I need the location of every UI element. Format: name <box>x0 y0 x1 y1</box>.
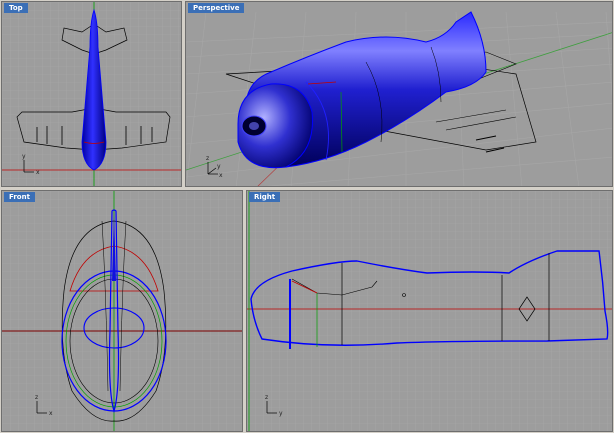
viewport-label-perspective[interactable]: Perspective <box>188 3 245 13</box>
front-view-canvas: z x <box>2 191 242 431</box>
svg-text:y: y <box>217 163 221 170</box>
svg-text:x: x <box>36 169 40 176</box>
svg-text:z: z <box>35 394 38 401</box>
svg-text:y: y <box>22 153 26 160</box>
svg-text:x: x <box>219 172 223 179</box>
viewport-top[interactable]: Top y x <box>1 1 182 187</box>
svg-text:z: z <box>265 394 268 401</box>
viewport-perspective[interactable]: Perspective z y x <box>185 1 613 187</box>
svg-text:x: x <box>49 410 53 417</box>
right-view-canvas: z y <box>247 191 612 431</box>
viewport-label-top[interactable]: Top <box>4 3 28 13</box>
svg-text:y: y <box>279 410 283 417</box>
top-view-canvas: y x <box>2 2 181 186</box>
viewport-label-front[interactable]: Front <box>4 192 35 202</box>
viewport-right[interactable]: Right z y <box>246 190 613 432</box>
viewport-front[interactable]: Front z x <box>1 190 243 432</box>
svg-text:z: z <box>206 155 209 162</box>
perspective-view-canvas: z y x <box>186 11 612 186</box>
viewport-label-right[interactable]: Right <box>249 192 281 202</box>
